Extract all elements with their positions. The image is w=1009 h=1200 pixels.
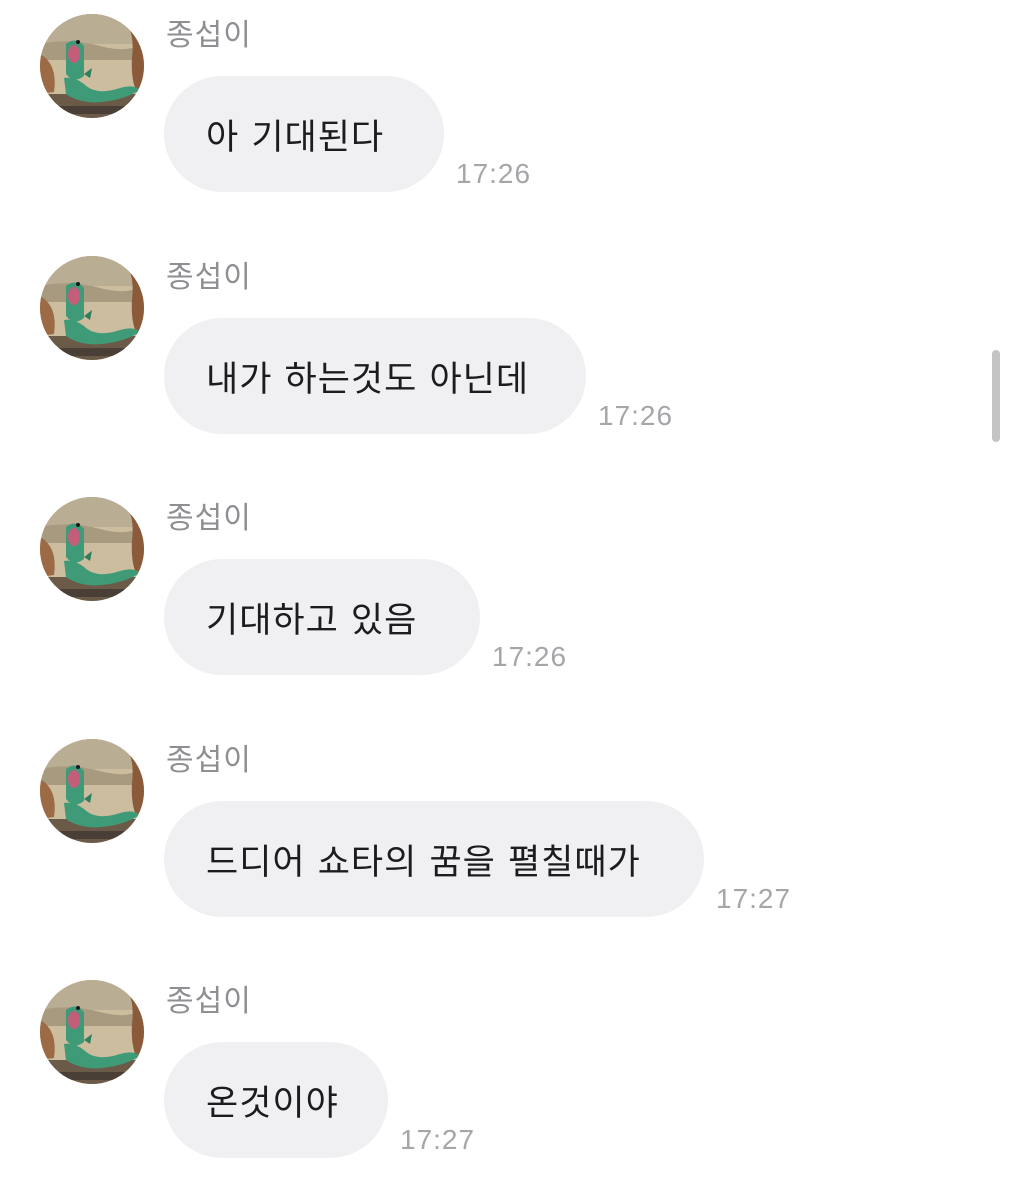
dinosaur-avatar-icon[interactable]	[40, 14, 144, 118]
sender-name: 종섭이	[166, 260, 252, 295]
message-text: 내가 하는것도 아닌데	[206, 359, 530, 400]
message-timestamp: 17:27	[716, 883, 792, 914]
sender-name: 종섭이	[166, 743, 252, 778]
message-timestamp: 17:26	[598, 400, 674, 431]
sender-name: 종섭이	[166, 984, 252, 1019]
dinosaur-avatar-icon[interactable]	[40, 739, 144, 843]
message-bubble[interactable]: 온것이야	[164, 1042, 388, 1158]
message-group: 종섭이 드디어 쇼타의 꿈을 펼칠때가 17:27	[0, 725, 1009, 925]
dinosaur-avatar-icon[interactable]	[40, 497, 144, 601]
message-timestamp: 17:26	[456, 158, 532, 189]
message-text: 온것이야	[206, 1083, 339, 1124]
message-bubble[interactable]: 기대하고 있음	[164, 559, 480, 675]
message-text: 드디어 쇼타의 꿈을 펼칠때가	[206, 842, 641, 883]
message-bubble[interactable]: 내가 하는것도 아닌데	[164, 318, 586, 434]
message-group: 종섭이 아 기대된다 17:26	[0, 0, 1009, 200]
vertical-scrollbar[interactable]	[992, 350, 1000, 442]
message-timestamp: 17:27	[400, 1124, 476, 1155]
message-bubble[interactable]: 아 기대된다	[164, 76, 444, 192]
sender-name: 종섭이	[166, 18, 252, 53]
sender-name: 종섭이	[166, 501, 252, 536]
message-bubble[interactable]: 드디어 쇼타의 꿈을 펼칠때가	[164, 801, 704, 917]
message-timestamp: 17:26	[492, 641, 568, 672]
message-group: 종섭이 기대하고 있음 17:26	[0, 483, 1009, 683]
chat-message-list[interactable]: 종섭이 아 기대된다 17:26 종섭이 내가 하는것도 아닌데 17:26 종…	[0, 0, 1009, 1200]
message-group: 종섭이 온것이야 17:27	[0, 966, 1009, 1166]
message-group: 종섭이 내가 하는것도 아닌데 17:26	[0, 242, 1009, 442]
dinosaur-avatar-icon[interactable]	[40, 256, 144, 360]
dinosaur-avatar-icon[interactable]	[40, 980, 144, 1084]
message-text: 아 기대된다	[206, 117, 385, 158]
message-text: 기대하고 있음	[206, 600, 418, 641]
